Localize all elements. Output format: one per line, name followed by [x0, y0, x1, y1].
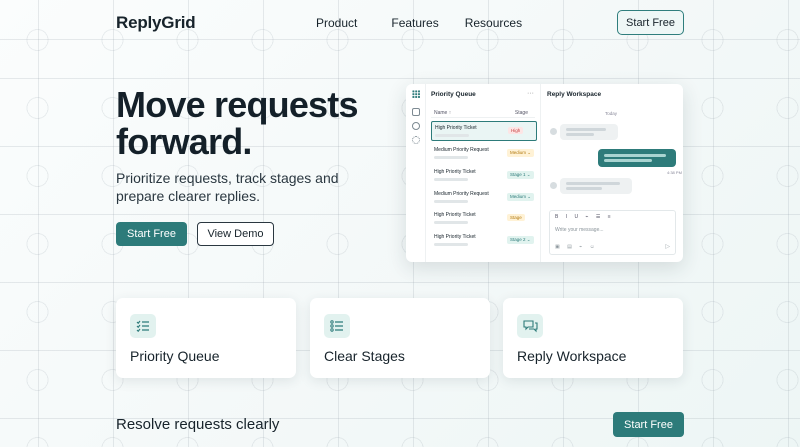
mockup-rail	[406, 84, 426, 262]
attachment-icons[interactable]: ▣ ▤ ⌁ ☺	[555, 244, 598, 250]
hero-start-free-button[interactable]: Start Free	[116, 222, 187, 246]
bottom-start-free-button[interactable]: Start Free	[613, 412, 684, 437]
gear-icon	[412, 136, 420, 144]
queue-row-name: High Priority Ticket	[435, 125, 477, 131]
reply-workspace-panel: Reply Workspace Today 4:38 PM B I U ⌁ ☰ …	[541, 84, 683, 262]
queue-title: Priority Queue	[431, 91, 476, 98]
queue-row: High Priority Ticket High	[431, 121, 537, 141]
day-label: Today	[605, 111, 618, 116]
format-toolbar[interactable]: B I U ⌁ ☰ ≡	[555, 214, 614, 220]
bottom-tagline: Resolve requests clearly	[116, 416, 280, 433]
feature-label: Priority Queue	[130, 348, 220, 364]
message-input[interactable]: Write your message...	[555, 227, 604, 233]
hero-subtitle: Prioritize requests, track stages and pr…	[116, 170, 339, 204]
outgoing-message	[598, 149, 676, 167]
feature-card-reply-workspace[interactable]: Reply Workspace	[503, 298, 683, 378]
reply-title: Reply Workspace	[547, 91, 602, 98]
message-time: 4:38 PM	[667, 170, 682, 175]
queue-row-badge: Stage	[507, 214, 525, 221]
message-editor[interactable]: B I U ⌁ ☰ ≡ Write your message... ▣ ▤ ⌁ …	[549, 210, 676, 255]
hero-title: Move requests forward.	[116, 84, 359, 162]
incoming-message	[560, 178, 632, 194]
users-icon	[412, 122, 420, 130]
brand-logo[interactable]: ReplyGrid	[116, 13, 196, 33]
queue-row-badge: Stage 2 ⌄	[507, 236, 534, 244]
list-icon	[324, 314, 350, 338]
queue-row-badge: Medium ⌄	[507, 193, 535, 201]
queue-row: Medium Priority Request Medium ⌄	[431, 188, 537, 208]
feature-label: Reply Workspace	[517, 348, 627, 364]
feature-label: Clear Stages	[324, 348, 405, 364]
queue-row: High Priority Ticket Stage 2 ⌄	[431, 231, 537, 251]
queue-row-badge: Stage 1 ⌄	[507, 171, 534, 179]
priority-queue-panel: Priority Queue ··· Name ↑ Stage High Pri…	[426, 84, 541, 262]
top-nav: Product Features Resources	[316, 16, 522, 30]
queue-row: High Priority Ticket Stage	[431, 209, 537, 229]
queue-row-badge: High	[508, 127, 524, 134]
feature-card-priority-queue[interactable]: Priority Queue	[116, 298, 296, 378]
header-start-free-button[interactable]: Start Free	[617, 10, 684, 35]
nav-features[interactable]: Features	[391, 16, 438, 30]
chat-icon	[517, 314, 543, 338]
more-icon: ···	[527, 90, 534, 97]
calendar-icon	[412, 108, 420, 116]
queue-row-name: High Priority Ticket	[434, 234, 476, 240]
queue-row-name: High Priority Ticket	[434, 169, 476, 175]
queue-row-name: Medium Priority Request	[434, 191, 489, 197]
apps-grid-icon	[412, 90, 420, 98]
view-demo-button[interactable]: View Demo	[197, 222, 274, 246]
nav-product[interactable]: Product	[316, 16, 357, 30]
incoming-message	[560, 124, 618, 140]
feature-card-clear-stages[interactable]: Clear Stages	[310, 298, 490, 378]
avatar	[550, 182, 557, 189]
queue-row-name: High Priority Ticket	[434, 212, 476, 218]
send-icon[interactable]: ▷	[665, 243, 670, 250]
queue-row-badge: Medium ⌄	[507, 149, 535, 157]
column-name: Name ↑	[434, 110, 452, 116]
app-mockup: Priority Queue ··· Name ↑ Stage High Pri…	[406, 84, 683, 262]
queue-row: High Priority Ticket Stage 1 ⌄	[431, 166, 537, 186]
queue-row-name: Medium Priority Request	[434, 147, 489, 153]
checklist-icon	[130, 314, 156, 338]
queue-columns: Name ↑ Stage	[434, 110, 534, 116]
avatar	[550, 128, 557, 135]
nav-resources[interactable]: Resources	[465, 16, 522, 30]
queue-row: Medium Priority Request Medium ⌄	[431, 144, 537, 164]
column-stage: Stage	[514, 110, 528, 116]
